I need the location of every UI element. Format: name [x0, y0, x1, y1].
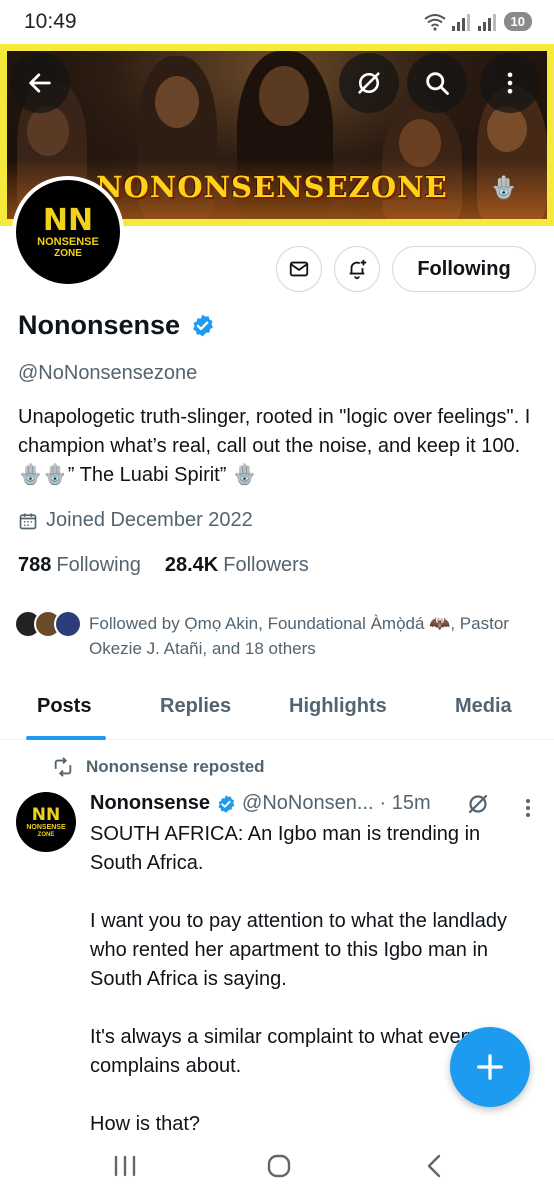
recent-apps-icon[interactable] [112, 1154, 138, 1178]
following-stat[interactable]: 788 Following [18, 554, 141, 577]
compose-button[interactable] [450, 1027, 530, 1107]
battery-indicator: 10 [503, 12, 532, 31]
status-icons: 10 [423, 12, 532, 31]
followers-stat[interactable]: 28.4K Followers [165, 554, 309, 577]
banner-title: NONONSENSEZONE [96, 170, 448, 204]
bell-plus-icon [349, 259, 367, 280]
post-more-icon[interactable] [518, 796, 538, 820]
post-author-avatar[interactable]: NN NONSENSE ZONE [16, 792, 76, 852]
followers-label: Followers [223, 554, 309, 576]
search-icon [426, 72, 449, 95]
status-bar: 10:49 10 [0, 0, 554, 44]
followed-by-text[interactable]: Followed by Ọmọ Akin, Foundational Àmọ̀d… [89, 611, 529, 661]
tab-highlights[interactable]: Highlights [289, 695, 387, 718]
grok-icon[interactable] [466, 792, 490, 816]
tab-posts[interactable]: Posts [37, 695, 91, 718]
follow-stats: 788 Following 28.4K Followers [18, 554, 309, 577]
search-button[interactable] [407, 53, 467, 113]
repost-icon [54, 757, 72, 777]
logo-mark: NN [42, 202, 94, 238]
more-options-button[interactable] [480, 53, 540, 113]
repost-indicator: Nononsense reposted [52, 756, 265, 778]
post-author-handle[interactable]: @NoNonsen... [242, 792, 373, 815]
hamsa-icon: 🪬 [490, 175, 518, 200]
system-back-icon[interactable] [422, 1154, 448, 1178]
active-tab-indicator [26, 736, 106, 740]
post-author-name[interactable]: Nononsense [90, 792, 210, 815]
signal-icon [451, 13, 472, 31]
profile-bio: Unapologetic truth-slinger, rooted in "l… [18, 406, 531, 486]
profile-tabs: Posts Replies Highlights Media [0, 680, 554, 740]
logo-text-nonsense: NONSENSE [37, 235, 99, 248]
name-row: Nononsense [18, 310, 215, 341]
grok-icon [358, 72, 380, 94]
profile-avatar[interactable]: NN NONSENSE ZONE [12, 176, 124, 288]
following-count: 788 [18, 554, 52, 576]
joined-text: Joined December 2022 [46, 509, 253, 531]
verified-badge-icon[interactable] [190, 313, 215, 338]
calendar-icon [19, 513, 37, 529]
following-button[interactable]: Following [392, 246, 536, 292]
post-header: Nononsense @NoNonsen... · 15m [90, 792, 431, 815]
status-time: 10:49 [24, 10, 77, 33]
follower-avatar [54, 610, 82, 638]
joined-date: Joined December 2022 [18, 509, 253, 532]
logo-text-zone: ZONE [37, 831, 55, 838]
tab-replies[interactable]: Replies [160, 695, 231, 718]
repost-label: Nononsense reposted [86, 757, 265, 776]
back-button[interactable] [10, 53, 70, 113]
message-button[interactable] [276, 246, 322, 292]
verified-badge-icon [216, 794, 236, 814]
following-label: Following [56, 554, 141, 576]
notifications-button[interactable] [334, 246, 380, 292]
more-vertical-icon [507, 72, 513, 94]
logo-text-nonsense: NONSENSE [26, 823, 66, 831]
tab-media[interactable]: Media [455, 695, 512, 718]
grok-button[interactable] [339, 53, 399, 113]
followed-by-avatars[interactable] [14, 610, 82, 638]
plus-icon [477, 1054, 503, 1080]
signal-icon-2 [477, 13, 498, 31]
logo-text-zone: ZONE [54, 247, 82, 259]
followers-count: 28.4K [164, 554, 219, 576]
post-time[interactable]: · 15m [380, 792, 431, 815]
wifi-icon [423, 13, 446, 31]
back-arrow-icon [29, 73, 51, 93]
profile-handle: @NoNonsensezone [18, 362, 198, 384]
home-icon[interactable] [266, 1154, 292, 1178]
display-name: Nononsense [18, 310, 181, 340]
logo-mark: NN [31, 804, 61, 825]
envelope-icon [289, 261, 309, 277]
system-navigation-bar [0, 1138, 554, 1200]
